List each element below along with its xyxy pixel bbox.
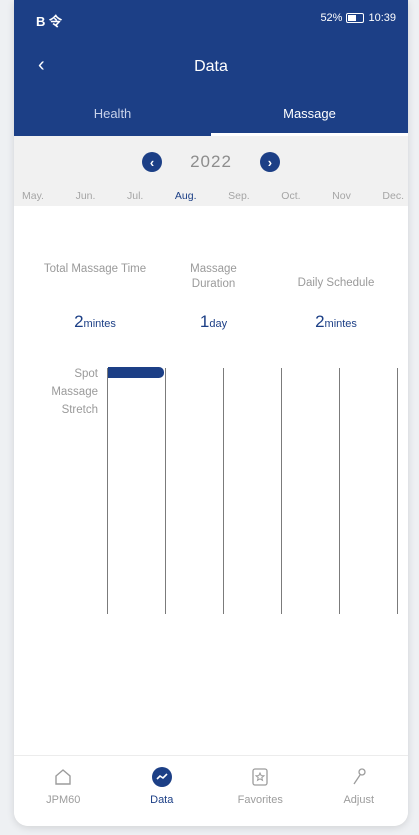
phone-screen: B 令 52% 10:39 ‹ Data Health Massage ‹ 20… <box>14 0 408 826</box>
favorites-icon <box>249 766 271 788</box>
massage-stats: Total Massage Time Massage Duration Dail… <box>14 262 408 342</box>
battery-icon <box>346 13 365 23</box>
duration-number: 1 <box>199 312 210 331</box>
grid-line <box>281 368 282 614</box>
chart-row-label: Stretch <box>61 404 98 416</box>
grid-line <box>165 368 166 614</box>
spot-bar <box>108 367 164 378</box>
month-aug[interactable]: Aug. <box>175 190 197 202</box>
data-chart-icon <box>151 766 173 788</box>
data-tabs: Health Massage <box>14 100 408 136</box>
month-jul[interactable]: Jul. <box>127 190 143 202</box>
grid-line <box>339 368 340 614</box>
grid-line <box>397 368 398 614</box>
schedule-unit: mintes <box>324 318 357 330</box>
tabbar-favorites-label: Favorites <box>237 794 283 806</box>
tab-massage[interactable]: Massage <box>211 100 408 136</box>
schedule-label: Daily Schedule <box>297 277 375 289</box>
tab-health[interactable]: Health <box>14 100 211 136</box>
grid-line <box>107 368 108 614</box>
status-bar: B 令 52% 10:39 <box>14 0 408 38</box>
chart-row-label: Massage <box>51 386 98 398</box>
massage-chart: Spot Massage Stretch <box>14 360 408 620</box>
total-time-number: 2 <box>74 312 84 331</box>
month-may[interactable]: May. <box>22 190 44 202</box>
total-time-value: 2mintes <box>36 312 154 332</box>
month-nov[interactable]: Nov <box>332 190 351 202</box>
prev-year-button[interactable]: ‹ <box>142 152 163 172</box>
status-time: 10:39 <box>368 12 396 24</box>
tabbar-home-label: JPM60 <box>46 794 81 806</box>
chart-row-label: Spot <box>74 368 98 380</box>
tabbar-favorites[interactable]: Favorites <box>211 756 310 826</box>
month-oct[interactable]: Oct. <box>281 190 300 202</box>
year-label: 2022 <box>190 152 232 171</box>
schedule-value: 2mintes <box>276 312 396 332</box>
year-selector: ‹ 2022 › May. Jun. Jul. Aug. Sep. Oct. N… <box>14 136 408 206</box>
status-left: B 令 <box>36 14 63 29</box>
month-list: May. Jun. Jul. Aug. Sep. Oct. Nov Dec. <box>22 190 404 202</box>
page-title: Data <box>194 58 228 75</box>
status-right: 52% 10:39 <box>320 12 396 24</box>
grid-line <box>223 368 224 614</box>
battery-percent: 52% <box>320 12 343 24</box>
year-row: ‹ 2022 › <box>14 150 408 174</box>
app-header: B 令 52% 10:39 ‹ Data Health Massage <box>14 0 408 136</box>
total-time-unit: mintes <box>83 318 116 330</box>
next-year-button[interactable]: › <box>259 152 280 172</box>
month-sep[interactable]: Sep. <box>228 190 250 202</box>
duration-unit: day <box>209 318 228 330</box>
schedule-number: 2 <box>315 312 325 331</box>
nav-bar: ‹ Data <box>14 52 408 82</box>
tabbar-data[interactable]: Data <box>113 756 212 826</box>
month-dec[interactable]: Dec. <box>382 190 404 202</box>
tabbar-data-label: Data <box>150 794 174 806</box>
home-icon <box>52 766 74 788</box>
total-time-label: Total Massage Time <box>43 263 147 275</box>
bottom-tab-bar: JPM60 Data Favorites Adjust <box>14 755 408 826</box>
duration-value: 1day <box>176 312 251 332</box>
month-jun[interactable]: Jun. <box>76 190 96 202</box>
tabbar-adjust-label: Adjust <box>343 794 375 806</box>
tabbar-home[interactable]: JPM60 <box>14 756 113 826</box>
adjust-icon <box>348 766 370 788</box>
tabbar-adjust[interactable]: Adjust <box>310 756 409 826</box>
duration-label: Massage Duration <box>190 263 237 290</box>
